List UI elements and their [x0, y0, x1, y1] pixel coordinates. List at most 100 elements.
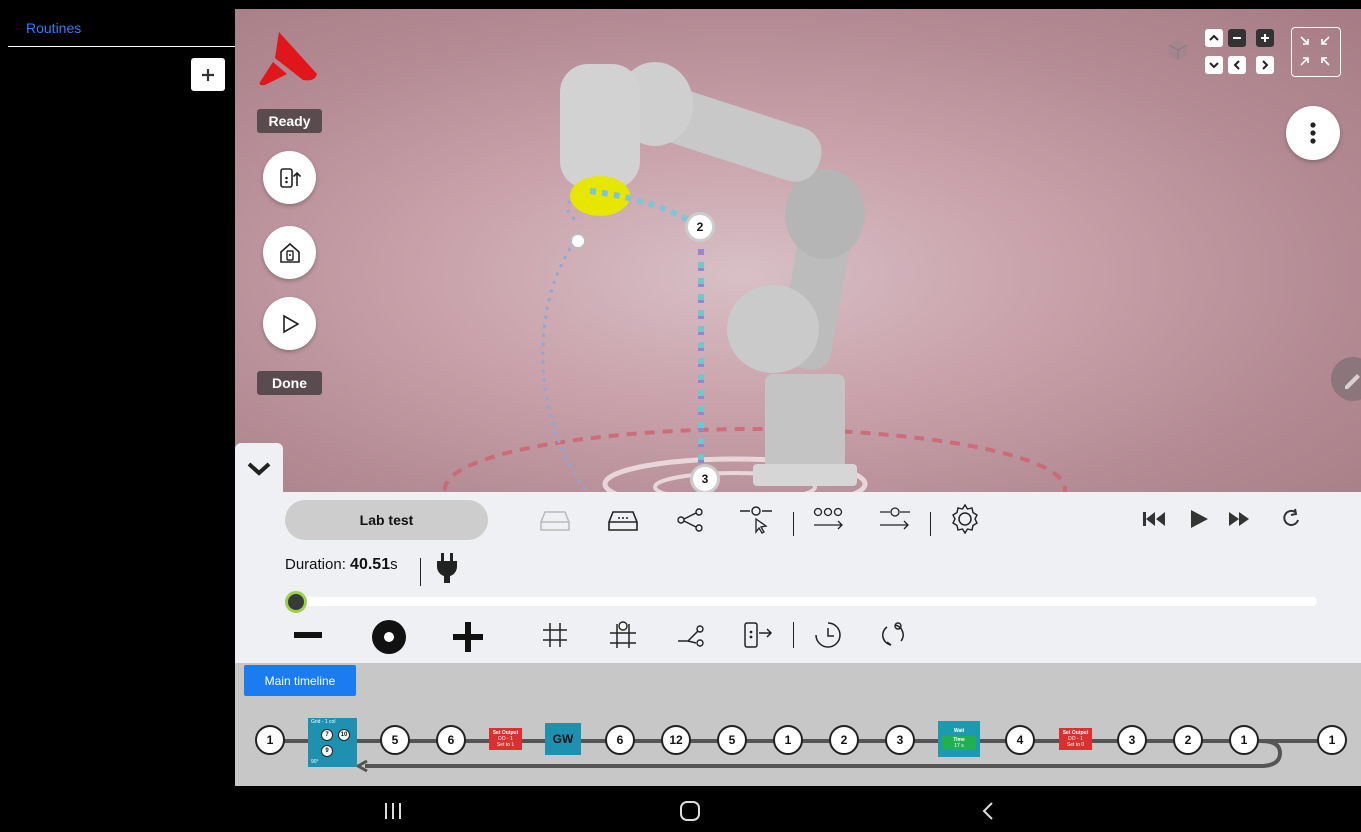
output-signal-button[interactable] — [740, 617, 776, 653]
grid-icon — [543, 623, 567, 647]
more-options-button[interactable] — [1286, 106, 1340, 160]
timeline-node[interactable]: 1 — [255, 725, 285, 755]
zoom-out-button[interactable] — [1228, 29, 1246, 47]
timeline-node[interactable]: 3 — [1117, 725, 1147, 755]
redo-icon — [1283, 508, 1299, 526]
company-logo-icon — [259, 32, 317, 86]
power-plug-button[interactable] — [433, 550, 461, 586]
zoom-out-timeline-button[interactable] — [290, 620, 326, 650]
timeline-node[interactable]: 6 — [436, 725, 466, 755]
loop-block-button[interactable] — [875, 617, 911, 653]
cube-view-icon[interactable] — [1165, 37, 1191, 63]
run-routine-button[interactable] — [263, 297, 316, 350]
waypoint-marker[interactable]: 2 — [685, 212, 715, 242]
timeline-node[interactable]: 6 — [605, 725, 635, 755]
timeline-node[interactable]: 5 — [380, 725, 410, 755]
routine-control-panel: Lab test Duration: 40.51s — [235, 492, 1361, 663]
timeline-node[interactable]: 12 — [661, 725, 691, 755]
drive-disabled-button[interactable] — [537, 506, 573, 536]
zoom-in-timeline-button[interactable] — [448, 617, 488, 657]
clock-icon — [815, 622, 841, 648]
android-navigation-bar — [0, 786, 1361, 832]
gw-block[interactable]: GW — [545, 723, 581, 755]
save-drive-button[interactable] — [605, 506, 641, 536]
single-waypoint-button[interactable] — [875, 502, 915, 536]
multi-waypoint-button[interactable] — [809, 502, 849, 536]
wait-time-button[interactable] — [810, 617, 846, 653]
home-position-button[interactable] — [263, 226, 316, 279]
branch-path-button[interactable] — [673, 617, 709, 653]
grid-sub-node: 7 — [321, 729, 333, 741]
robot-3d-viewport[interactable]: Ready Done 2 3 — [235, 9, 1361, 492]
share-nodes-button[interactable] — [673, 504, 709, 536]
chevron-left-icon — [1233, 60, 1240, 70]
chevron-down-icon — [1209, 62, 1219, 69]
home-icon[interactable] — [679, 800, 701, 822]
set-output-block[interactable]: Set Output DO - 1 Set to 0 — [1059, 728, 1092, 750]
waypoint-marker[interactable]: 3 — [690, 464, 720, 492]
home-robot-icon — [279, 242, 300, 263]
wait-block-title: Wait — [953, 728, 965, 734]
fast-forward-button[interactable] — [1225, 506, 1255, 532]
expand-collapse-icon — [1300, 36, 1330, 66]
back-icon[interactable] — [980, 801, 996, 821]
fit-view-button[interactable] — [1291, 27, 1341, 77]
timeline-node[interactable]: 5 — [717, 725, 747, 755]
routine-name-button[interactable]: Lab test — [285, 500, 488, 540]
toolbar-separator — [793, 622, 794, 648]
app-root: Routines Ready Done 2 3 Lab test Duratio… — [0, 0, 1361, 832]
add-waypoint-cursor-button[interactable] — [737, 502, 777, 536]
timeline-node[interactable]: 1 — [773, 725, 803, 755]
waypoint-cursor-icon — [740, 506, 772, 534]
play-button[interactable] — [1184, 506, 1214, 532]
add-routine-button[interactable] — [191, 58, 225, 91]
zoom-in-button[interactable] — [1256, 29, 1274, 47]
timeline-node[interactable]: 2 — [829, 725, 859, 755]
timeline-node[interactable]: 3 — [885, 725, 915, 755]
routines-sidebar: Routines — [0, 0, 235, 786]
duration-display: Duration: 40.51s — [285, 556, 398, 574]
robot-upload-icon — [279, 167, 301, 188]
recent-apps-icon[interactable] — [383, 801, 403, 821]
timeline-progress-track[interactable] — [295, 597, 1317, 606]
pan-down-button[interactable] — [1205, 56, 1223, 74]
pan-left-button[interactable] — [1228, 56, 1246, 74]
upload-to-robot-button[interactable] — [263, 151, 316, 204]
timeline-node[interactable]: 2 — [1173, 725, 1203, 755]
plug-icon — [437, 553, 457, 583]
timeline-node[interactable]: 1 — [1317, 725, 1347, 755]
toolbar-separator — [793, 512, 794, 536]
target-icon — [372, 620, 406, 654]
loop-button[interactable] — [1277, 504, 1307, 534]
set-output-block[interactable]: Set Output DO - 1 Set to 1 — [489, 728, 522, 750]
loop-icon — [882, 622, 904, 646]
settings-button[interactable] — [945, 500, 985, 538]
point-arrow-icon — [880, 507, 910, 530]
three-points-arrow-icon — [813, 507, 843, 530]
plus-icon — [1261, 34, 1269, 42]
play-outline-icon — [282, 314, 300, 333]
duration-separator — [420, 558, 421, 586]
set-output-line2: Set to 1 — [496, 742, 515, 748]
wait-block[interactable]: Wait Time 17 s — [938, 721, 980, 757]
pan-right-button[interactable] — [1256, 56, 1274, 74]
status-ready-badge: Ready — [257, 109, 322, 133]
grid-block[interactable]: Grid - 1 col 7 10 9 90° — [308, 718, 357, 767]
wait-block-line2: 17 s — [954, 743, 964, 749]
skip-to-start-button[interactable] — [1139, 506, 1169, 532]
duration-value: 40.51 — [350, 556, 391, 573]
set-output-line2: Set to 0 — [1066, 742, 1085, 748]
center-timeline-button[interactable] — [369, 617, 409, 657]
grid-waypoint-button[interactable] — [605, 617, 641, 653]
timeline-progress-thumb[interactable] — [285, 591, 307, 613]
timeline-node[interactable]: 1 — [1229, 725, 1259, 755]
drive-icon — [540, 511, 570, 531]
grid-sub-node: 10 — [338, 729, 350, 741]
grid-sub-node: 9 — [321, 745, 333, 757]
minus-icon — [1233, 37, 1241, 39]
grid-point-icon — [610, 621, 636, 648]
pan-up-button[interactable] — [1205, 29, 1223, 47]
grid-button[interactable] — [537, 617, 573, 653]
collapse-panel-button[interactable] — [235, 443, 283, 495]
timeline-node[interactable]: 4 — [1005, 725, 1035, 755]
